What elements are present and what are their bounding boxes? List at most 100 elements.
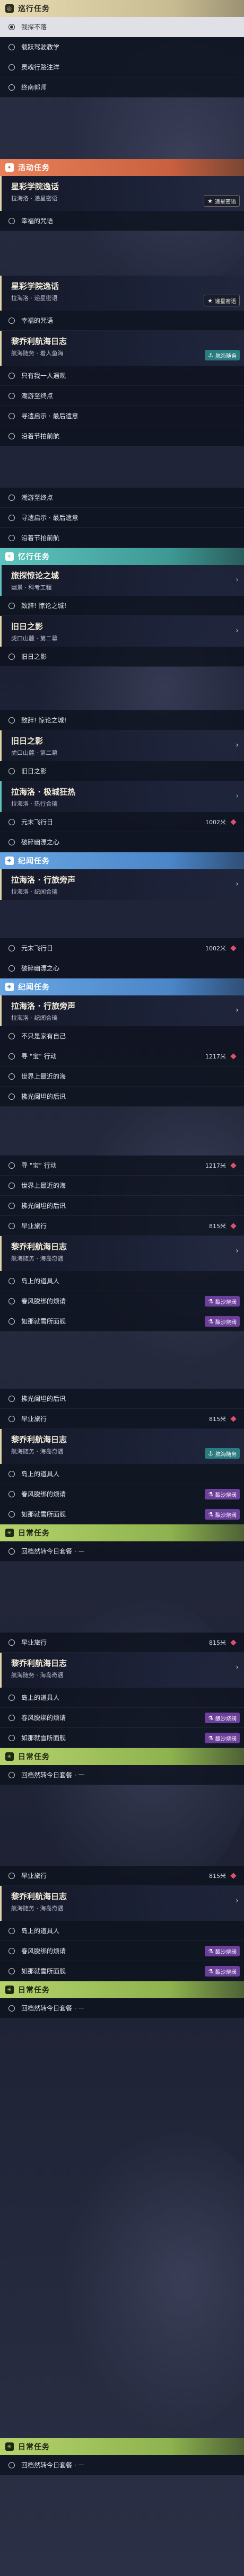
task-row[interactable]: 元末飞行日 1002米	[0, 812, 244, 832]
chevron-right-icon: ›	[236, 576, 239, 584]
task-label: 寻 "宝" 行动	[21, 1162, 57, 1169]
task-row[interactable]: 不只是家有自己	[0, 1026, 244, 1046]
quest-header[interactable]: 旧日之影 虎口山麓 · 第二幕 ›	[0, 616, 244, 647]
task-row[interactable]: 只有我一人遇观	[0, 366, 244, 386]
task-row[interactable]: 潮游至终点	[0, 386, 244, 406]
task-row[interactable]: 旧日之影	[0, 761, 244, 781]
task-row[interactable]: 岛上的道具人	[0, 1271, 244, 1291]
distance-label: 815米	[209, 1639, 226, 1646]
quest-category-daily[interactable]: ☀ 日常任务	[0, 1748, 244, 1765]
quest-header[interactable]: 星彩学院逸话 拉海洛 · 递星密语 ★ 递星密语	[0, 276, 244, 311]
task-row[interactable]: 幸福的咒语	[0, 311, 244, 331]
task-circle-icon	[8, 1073, 15, 1080]
chevron-right-icon: ›	[236, 741, 239, 749]
quest-header[interactable]: 黎乔利航海日志 航海随务 · 着人鱼海 ⚓ 航海随务	[0, 331, 244, 366]
task-label: 只有我一人遇观	[21, 372, 66, 380]
task-row[interactable]: 我探不落	[0, 17, 244, 37]
quest-header[interactable]: 黎乔利航海日志 航海随务 · 海岛奇遇 ›	[0, 1653, 244, 1688]
task-row[interactable]: 回档然转今日套餐 · 一	[0, 1998, 244, 2018]
task-row[interactable]: 如那就雪所面舰 ⚗ 酿沙烧阀	[0, 1728, 244, 1748]
quest-subtitle: 虎口山麓 · 第二幕	[11, 749, 58, 756]
list-block: 早业旅行 815米	[0, 1409, 244, 1429]
list-block: 拉海洛 · 极城狂热 拉海洛 · 热行合璃 ›	[0, 781, 244, 812]
quest-category-tour[interactable]: ◎ 巡行任务	[0, 0, 244, 17]
quest-category-event[interactable]: ✦ 活动任务	[0, 159, 244, 176]
list-block: 春风脱绑的烦请 ⚗ 酿沙烧阀	[0, 1484, 244, 1504]
quest-header[interactable]: 黎乔利航海日志 航海随务 · 海岛奇遇 ›	[0, 1236, 244, 1271]
task-row[interactable]: 拂光阑坦的后讯	[0, 1087, 244, 1107]
task-row[interactable]: 早业旅行 815米	[0, 1409, 244, 1429]
task-row[interactable]: 沿着节拍前航	[0, 426, 244, 446]
task-row[interactable]: 如那就雪所面舰 ⚗ 酿沙烧阀	[0, 1961, 244, 1981]
task-row[interactable]: 幸福的咒语	[0, 211, 244, 231]
task-row[interactable]: 灵魂行路注洋	[0, 57, 244, 77]
task-label: 元末飞行日	[21, 818, 54, 826]
task-row[interactable]: 春风脱绑的烦请 ⚗ 酿沙烧阀	[0, 1941, 244, 1961]
quest-subtitle: 幽景 · 科考工程	[11, 584, 52, 591]
task-row[interactable]: 破碎幽漂之心	[0, 958, 244, 978]
ship-icon: ⚓	[208, 1450, 213, 1457]
task-row[interactable]: 如那就雪所面舰 ⚗ 酿沙烧阀	[0, 1504, 244, 1524]
task-row[interactable]: 春风脱绑的烦请 ⚗ 酿沙烧阀	[0, 1708, 244, 1728]
task-label: 破碎幽漂之心	[21, 839, 60, 846]
task-row[interactable]: 早业旅行 815米	[0, 1216, 244, 1236]
task-row[interactable]: 早业旅行 815米	[0, 1866, 244, 1886]
task-row[interactable]: 寻 "宝" 行动 1217米	[0, 1046, 244, 1066]
list-block: 星彩学院逸话 拉海洛 · 递星密语 ★ 递星密语	[0, 276, 244, 311]
task-row[interactable]: 终南郭师	[0, 77, 244, 98]
task-row[interactable]: 寻遗启示 · 最后遗意	[0, 406, 244, 426]
quest-category-daily[interactable]: ☀ 日常任务	[0, 1981, 244, 1998]
task-row[interactable]: 致辞! 惊论之城!	[0, 596, 244, 616]
task-row[interactable]: 拂光阑坦的后讯	[0, 1389, 244, 1409]
task-row[interactable]: 岛上的道具人	[0, 1921, 244, 1941]
quest-subtitle: 航海随务 · 海岛奇遇	[11, 1448, 64, 1455]
quest-header[interactable]: 拉海洛 · 行旅旁声 拉海洛 · 纪闻合璃 ›	[0, 995, 244, 1026]
quest-category-dreamer[interactable]: ✧ 忆行任务	[0, 548, 244, 565]
quest-header[interactable]: 拉海洛 · 极城狂热 拉海洛 · 热行合璃 ›	[0, 781, 244, 812]
quest-category-history[interactable]: ✚ 纪闻任务	[0, 978, 244, 995]
task-row[interactable]: 岛上的道具人	[0, 1688, 244, 1708]
quest-header[interactable]: 星彩学院逸话 拉海洛 · 递星密语 ★ 递星密语	[0, 176, 244, 211]
quest-title: 星彩学院逸话	[11, 182, 59, 191]
task-row[interactable]: 回档然转今日套餐 · 一	[0, 2455, 244, 2475]
task-row[interactable]: 沿着节拍前航	[0, 528, 244, 548]
task-row[interactable]: 早业旅行 815米	[0, 1633, 244, 1653]
task-row[interactable]: 拂光阑坦的后讯	[0, 1196, 244, 1216]
quest-header[interactable]: 黎乔利航海日志 航海随务 · 海岛奇遇 ⚓ 航海随务	[0, 1429, 244, 1464]
list-block: 破碎幽漂之心	[0, 832, 244, 852]
task-row[interactable]: 破碎幽漂之心	[0, 832, 244, 852]
task-row[interactable]: 寻 "宝" 行动 1217米	[0, 1155, 244, 1176]
quest-category-daily[interactable]: ☀ 日常任务	[0, 2438, 244, 2455]
task-row[interactable]: 岛上的道具人	[0, 1464, 244, 1484]
task-row[interactable]: 如那就雪所面舰 ⚗ 酿沙烧阀	[0, 1311, 244, 1331]
list-block: 寻 "宝" 行动 1217米	[0, 1155, 244, 1176]
quest-header[interactable]: 黎乔利航海日志 航海随务 · 海岛奇遇 ›	[0, 1886, 244, 1921]
list-block: 元末飞行日 1002米	[0, 938, 244, 958]
list-block: 如那就雪所面舰 ⚗ 酿沙烧阀	[0, 1311, 244, 1331]
task-row[interactable]: 致辞! 惊论之城!	[0, 710, 244, 730]
task-label: 灵魂行路注洋	[21, 64, 60, 71]
quest-title: 黎乔利航海日志	[11, 337, 67, 346]
waypoint-diamond-icon	[230, 818, 237, 825]
task-row[interactable]: 载跃驾驶教学	[0, 37, 244, 57]
list-block: 拂光阑坦的后讯	[0, 1087, 244, 1107]
task-row[interactable]: 世界上最近的海	[0, 1066, 244, 1087]
task-row[interactable]: 寻遗启示 · 最后遗意	[0, 508, 244, 528]
quest-header[interactable]: 旧日之影 虎口山麓 · 第二幕 ›	[0, 730, 244, 761]
list-block: 早业旅行 815米	[0, 1633, 244, 1653]
task-circle-icon	[8, 1947, 15, 1954]
quest-category-history[interactable]: ✚ 纪闻任务	[0, 852, 244, 869]
task-row[interactable]: 回档然转今日套餐 · 一	[0, 1765, 244, 1785]
quest-category-daily[interactable]: ☀ 日常任务	[0, 1524, 244, 1541]
task-row[interactable]: 旧日之影	[0, 647, 244, 667]
quest-header[interactable]: 旅探惊论之城 幽景 · 科考工程 ›	[0, 565, 244, 596]
task-row[interactable]: 春风脱绑的烦请 ⚗ 酿沙烧阀	[0, 1291, 244, 1311]
quest-subtitle: 航海随务 · 着人鱼海	[11, 350, 64, 357]
task-circle-icon	[8, 1548, 15, 1555]
quest-header[interactable]: 拉海洛 · 行旅旁声 拉海洛 · 纪闻合璃 ›	[0, 869, 244, 900]
task-row[interactable]: 春风脱绑的烦请 ⚗ 酿沙烧阀	[0, 1484, 244, 1504]
task-row[interactable]: 回档然转今日套餐 · 一	[0, 1541, 244, 1562]
task-row[interactable]: 世界上最近的海	[0, 1176, 244, 1196]
task-row[interactable]: 元末飞行日 1002米	[0, 938, 244, 958]
task-row[interactable]: 潮游至终点	[0, 488, 244, 508]
